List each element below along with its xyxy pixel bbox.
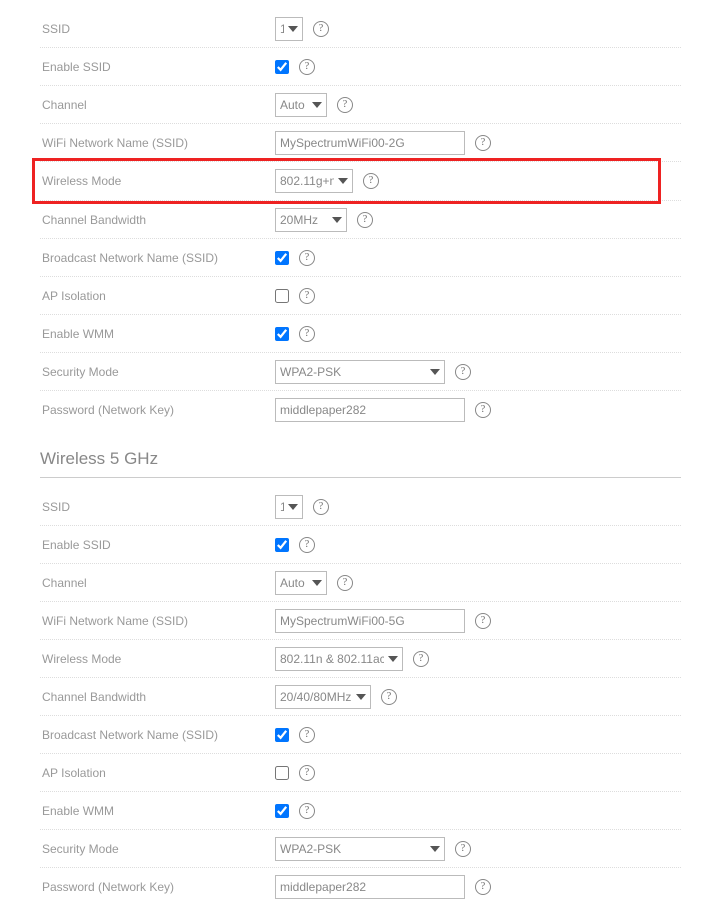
wireless-mode-select-5[interactable]: 802.11n & 802.11ac bbox=[275, 647, 403, 671]
row-ap-isolation-24: AP Isolation ? bbox=[40, 277, 681, 315]
label-channel-24: Channel bbox=[40, 98, 275, 112]
row-network-name-5: WiFi Network Name (SSID) ? bbox=[40, 602, 681, 640]
help-icon[interactable]: ? bbox=[475, 135, 491, 151]
row-enable-wmm-5: Enable WMM ? bbox=[40, 792, 681, 830]
row-enable-ssid-5: Enable SSID ? bbox=[40, 526, 681, 564]
row-ssid-24: SSID 1 ? bbox=[40, 10, 681, 48]
help-icon[interactable]: ? bbox=[299, 59, 315, 75]
row-password-5: Password (Network Key) ? bbox=[40, 868, 681, 906]
wireless-mode-select-24[interactable]: 802.11g+n bbox=[275, 169, 353, 193]
security-mode-select-24[interactable]: WPA2-PSK bbox=[275, 360, 445, 384]
row-password-24: Password (Network Key) ? bbox=[40, 391, 681, 429]
help-icon[interactable]: ? bbox=[363, 173, 379, 189]
label-enable-ssid-24: Enable SSID bbox=[40, 60, 275, 74]
label-security-mode-5: Security Mode bbox=[40, 842, 275, 856]
channel-select-5[interactable]: Auto bbox=[275, 571, 327, 595]
label-enable-wmm-5: Enable WMM bbox=[40, 804, 275, 818]
row-channel-24: Channel Auto ? bbox=[40, 86, 681, 124]
row-broadcast-5: Broadcast Network Name (SSID) ? bbox=[40, 716, 681, 754]
help-icon[interactable]: ? bbox=[455, 841, 471, 857]
label-network-name-5: WiFi Network Name (SSID) bbox=[40, 614, 275, 628]
label-channel-bw-5: Channel Bandwidth bbox=[40, 690, 275, 704]
help-icon[interactable]: ? bbox=[337, 97, 353, 113]
security-mode-select-5[interactable]: WPA2-PSK bbox=[275, 837, 445, 861]
label-channel-5: Channel bbox=[40, 576, 275, 590]
help-icon[interactable]: ? bbox=[475, 613, 491, 629]
channel-bw-select-24[interactable]: 20MHz bbox=[275, 208, 347, 232]
help-icon[interactable]: ? bbox=[313, 21, 329, 37]
help-icon[interactable]: ? bbox=[337, 575, 353, 591]
row-broadcast-24: Broadcast Network Name (SSID) ? bbox=[40, 239, 681, 277]
help-icon[interactable]: ? bbox=[475, 402, 491, 418]
help-icon[interactable]: ? bbox=[299, 288, 315, 304]
row-ap-isolation-5: AP Isolation ? bbox=[40, 754, 681, 792]
enable-ssid-checkbox-5[interactable] bbox=[275, 538, 289, 552]
row-channel-bw-5: Channel Bandwidth 20/40/80MHz ? bbox=[40, 678, 681, 716]
label-wireless-mode-24: Wireless Mode bbox=[40, 174, 275, 188]
label-broadcast-24: Broadcast Network Name (SSID) bbox=[40, 251, 275, 265]
row-wireless-mode-24: Wireless Mode 802.11g+n ? bbox=[40, 162, 681, 201]
channel-bw-select-5[interactable]: 20/40/80MHz bbox=[275, 685, 371, 709]
help-icon[interactable]: ? bbox=[381, 689, 397, 705]
label-password-5: Password (Network Key) bbox=[40, 880, 275, 894]
enable-wmm-checkbox-5[interactable] bbox=[275, 804, 289, 818]
label-ssid-5: SSID bbox=[40, 500, 275, 514]
label-password-24: Password (Network Key) bbox=[40, 403, 275, 417]
password-input-24[interactable] bbox=[275, 398, 465, 422]
channel-select-24[interactable]: Auto bbox=[275, 93, 327, 117]
label-wireless-mode-5: Wireless Mode bbox=[40, 652, 275, 666]
ssid-select-24[interactable]: 1 bbox=[275, 17, 303, 41]
help-icon[interactable]: ? bbox=[299, 250, 315, 266]
label-enable-wmm-24: Enable WMM bbox=[40, 327, 275, 341]
row-enable-wmm-24: Enable WMM ? bbox=[40, 315, 681, 353]
label-ap-isolation-24: AP Isolation bbox=[40, 289, 275, 303]
password-input-5[interactable] bbox=[275, 875, 465, 899]
enable-ssid-checkbox-24[interactable] bbox=[275, 60, 289, 74]
network-name-input-5[interactable] bbox=[275, 609, 465, 633]
broadcast-checkbox-24[interactable] bbox=[275, 251, 289, 265]
help-icon[interactable]: ? bbox=[299, 803, 315, 819]
help-icon[interactable]: ? bbox=[475, 879, 491, 895]
ap-isolation-checkbox-24[interactable] bbox=[275, 289, 289, 303]
enable-wmm-checkbox-24[interactable] bbox=[275, 327, 289, 341]
ssid-select-5[interactable]: 1 bbox=[275, 495, 303, 519]
row-security-mode-24: Security Mode WPA2-PSK ? bbox=[40, 353, 681, 391]
help-icon[interactable]: ? bbox=[299, 727, 315, 743]
label-network-name-24: WiFi Network Name (SSID) bbox=[40, 136, 275, 150]
help-icon[interactable]: ? bbox=[299, 537, 315, 553]
help-icon[interactable]: ? bbox=[299, 765, 315, 781]
label-broadcast-5: Broadcast Network Name (SSID) bbox=[40, 728, 275, 742]
ap-isolation-checkbox-5[interactable] bbox=[275, 766, 289, 780]
broadcast-checkbox-5[interactable] bbox=[275, 728, 289, 742]
network-name-input-24[interactable] bbox=[275, 131, 465, 155]
row-enable-ssid-24: Enable SSID ? bbox=[40, 48, 681, 86]
help-icon[interactable]: ? bbox=[357, 212, 373, 228]
divider bbox=[40, 477, 681, 478]
label-enable-ssid-5: Enable SSID bbox=[40, 538, 275, 552]
row-ssid-5: SSID 1 ? bbox=[40, 488, 681, 526]
label-channel-bw-24: Channel Bandwidth bbox=[40, 213, 275, 227]
help-icon[interactable]: ? bbox=[299, 326, 315, 342]
row-channel-5: Channel Auto ? bbox=[40, 564, 681, 602]
row-security-mode-5: Security Mode WPA2-PSK ? bbox=[40, 830, 681, 868]
label-ssid-24: SSID bbox=[40, 22, 275, 36]
label-ap-isolation-5: AP Isolation bbox=[40, 766, 275, 780]
help-icon[interactable]: ? bbox=[313, 499, 329, 515]
row-wireless-mode-5: Wireless Mode 802.11n & 802.11ac ? bbox=[40, 640, 681, 678]
section-title-5ghz: Wireless 5 GHz bbox=[40, 449, 681, 469]
row-network-name-24: WiFi Network Name (SSID) ? bbox=[40, 124, 681, 162]
row-channel-bw-24: Channel Bandwidth 20MHz ? bbox=[40, 201, 681, 239]
label-security-mode-24: Security Mode bbox=[40, 365, 275, 379]
help-icon[interactable]: ? bbox=[413, 651, 429, 667]
help-icon[interactable]: ? bbox=[455, 364, 471, 380]
